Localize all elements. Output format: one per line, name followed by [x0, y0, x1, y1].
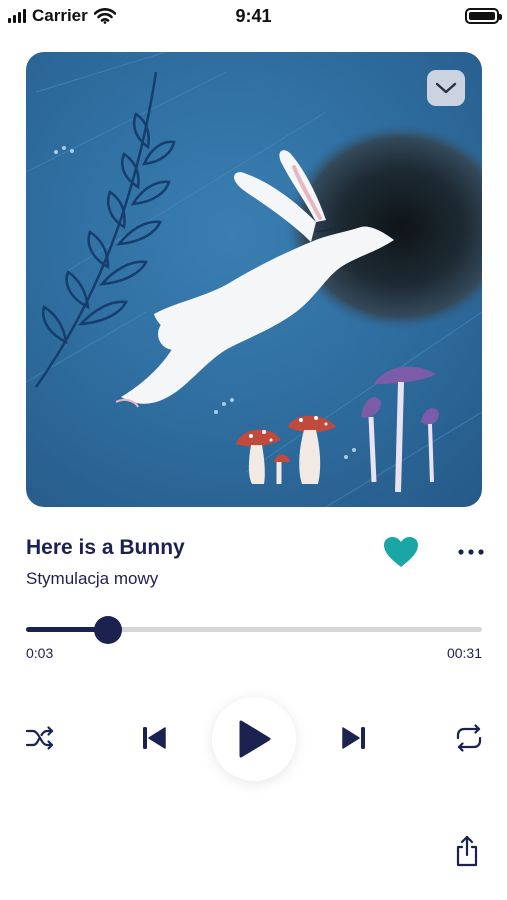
total-time: 00:31: [446, 645, 482, 661]
more-button[interactable]: [455, 540, 487, 564]
skip-next-icon: [342, 727, 365, 749]
track-title: Here is a Bunny: [26, 536, 185, 559]
status-bar: Carrier 9:41: [0, 0, 507, 34]
elapsed-time: 0:03: [26, 645, 54, 661]
more-horizontal-icon: [458, 549, 484, 555]
collapse-button[interactable]: [427, 70, 465, 106]
play-button[interactable]: [212, 697, 296, 781]
next-button[interactable]: [338, 720, 370, 756]
heart-icon: [384, 537, 418, 567]
previous-button[interactable]: [138, 720, 170, 756]
progress-thumb[interactable]: [94, 616, 122, 644]
repeat-icon: [456, 724, 482, 752]
status-time: 9:41: [235, 6, 272, 26]
album-artwork: [26, 52, 482, 507]
chevron-down-icon: [435, 82, 457, 94]
shuffle-button[interactable]: [24, 722, 56, 754]
battery-icon: [465, 8, 502, 24]
favorite-button[interactable]: [382, 535, 420, 569]
share-button[interactable]: [452, 834, 482, 868]
skip-previous-icon: [143, 727, 166, 749]
play-icon: [239, 720, 271, 758]
bunny-illustration: [26, 52, 482, 507]
share-icon: [456, 835, 478, 867]
shuffle-icon: [25, 726, 54, 750]
track-subtitle: Stymulacja mowy: [26, 569, 159, 588]
repeat-button[interactable]: [452, 722, 486, 754]
